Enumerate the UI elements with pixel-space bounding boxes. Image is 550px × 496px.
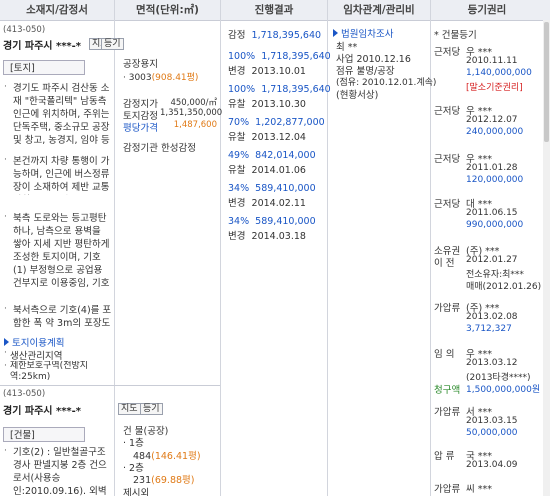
price-value: 1,351,350,000 (160, 108, 223, 118)
right-type: 근저당 (434, 199, 461, 210)
land-desc-1: 경기도 파주시 검산동 소재 "한국폴리텍" 남동측 인근에 위치하며, 주위는… (13, 83, 110, 146)
auction-date: 2013.03.12 (466, 358, 518, 368)
transfer-label: 이 전 (434, 258, 455, 269)
building-desc: 기호(2) : 일반철골구조 경사 판넬지붕 2층 건으로서(사용승인:2010… (13, 447, 107, 496)
triangle-icon (333, 29, 338, 37)
court-lease-survey-link[interactable]: 법원임차조사 (341, 26, 393, 40)
divider (327, 0, 328, 496)
right-type: 근저당 (434, 154, 461, 165)
progress-row: 유찰 2013.12.04 (228, 132, 306, 143)
header-area: 면적(단위:㎡) (136, 4, 199, 16)
claim-amount: 1,500,000,000원 (466, 385, 541, 395)
address: 경기 파주시 ***-* (3, 406, 82, 417)
header-rights: 등기권리 (467, 4, 507, 16)
seizure-holder: 씨 *** (466, 484, 493, 495)
header-location: 소재지/감정서 (26, 4, 88, 16)
address: 경기 파주시 ***-* (3, 41, 82, 52)
progress-row: 유찰 2013.10.30 (228, 99, 306, 110)
land-area: · 3003(908.41평) (123, 73, 199, 83)
seizure-label: 가압류 (434, 303, 461, 314)
progress-row: 변경 2013.10.01 (228, 66, 306, 77)
progress-row: 49% 842,014,000 (228, 150, 316, 161)
auction-detail-table: 소재지/감정서 면적(단위:㎡) 진행결과 임차관계/관리비 등기권리 (413… (0, 0, 550, 496)
seizure-date: 2013.03.15 (466, 416, 518, 426)
divider (220, 0, 221, 496)
extra-label: 제시외 (123, 488, 150, 496)
floor-area: 231(69.88평) (133, 475, 195, 486)
plan-item: 생산관리지역 (10, 351, 63, 362)
progress-row: 100% 1,718,395,640 (228, 51, 331, 62)
auction-label: 임 의 (434, 349, 455, 360)
right-amount: 990,000,000 (466, 220, 524, 230)
seizure-date: 2013.02.08 (466, 312, 518, 322)
zip-code: (413-050) (3, 389, 46, 399)
right-date: 2011.06.15 (466, 208, 518, 218)
register-button[interactable]: 등기 (101, 38, 124, 50)
land-plan-link[interactable]: 토지이용계획 (12, 335, 64, 349)
price-value: 1,487,600 (173, 120, 217, 130)
right-note: [말소기준권리] (466, 83, 523, 93)
building-tag: [건물] (3, 427, 85, 442)
plan-item: 제한보호구역(전방지역:25km) (10, 361, 89, 382)
progress-row: 변경 2014.03.18 (228, 231, 306, 242)
seizure-label: 압 류 (434, 451, 455, 462)
land-desc-2: 본건까지 차량 통행이 가능하며, 인근에 버스정류장이 소재하여 제반 교통상… (13, 156, 110, 193)
land-desc-4: 북서측으로 기호(4)를 포함한 폭 약 3m의 포장도로에 접함. (13, 305, 112, 329)
header-lease: 임차관계/관리비 (343, 4, 415, 16)
right-type: 근저당 (434, 106, 461, 117)
appraisal-agency: 감정기관 한성감정 (123, 143, 196, 154)
progress-row: 유찰 2014.01.06 (228, 165, 306, 176)
triangle-icon (4, 338, 9, 346)
bullet: · (4, 304, 7, 314)
bullet: · (4, 155, 7, 165)
progress-row: 70% 1,202,877,000 (228, 117, 325, 128)
progress-row: 34% 589,410,000 (228, 183, 316, 194)
price-value: 450,000/㎡ (170, 98, 217, 108)
row-separator (0, 385, 220, 386)
progress-row: 34% 589,410,000 (228, 216, 316, 227)
seizure-amount: 3,712,327 (466, 324, 512, 334)
right-date: 2012.12.07 (466, 115, 518, 125)
tenant-status: (현황서상) (336, 90, 379, 101)
right-amount: 120,000,000 (466, 175, 524, 185)
right-amount: 1,140,000,000 (466, 68, 532, 78)
right-type: 근저당 (434, 47, 461, 58)
map-button[interactable]: 지도 (118, 403, 141, 415)
progress-row: 감정 1,718,395,640 (228, 30, 322, 41)
transfer-date: 2012.01.27 (466, 255, 518, 265)
register-button[interactable]: 등기 (140, 403, 163, 415)
bullet: · (4, 82, 7, 92)
zip-code: (413-050) (3, 25, 46, 35)
table-header: 소재지/감정서 면적(단위:㎡) 진행결과 임차관계/관리비 등기권리 (0, 0, 550, 21)
bullet: · (4, 446, 7, 456)
land-desc-3: 북측 도로와는 등고평탄하나, 남측으로 용벽을 쌓아 지세 지반 평탄하게 조… (13, 213, 110, 289)
building-register-label: * 건물등기 (434, 30, 477, 41)
price-label: 평당가격 (123, 123, 158, 134)
header-progress: 진행결과 (254, 4, 294, 16)
floor-label: · 1층 (123, 438, 144, 449)
progress-row: 변경 2014.02.11 (228, 198, 306, 209)
seizure-amount: 50,000,000 (466, 428, 518, 438)
transfer-note: 매매(2012.01.26) (466, 282, 542, 292)
seizure-label: 가압류 (434, 484, 461, 495)
right-date: 2010.11.11 (466, 56, 518, 66)
seizure-label: 가압류 (434, 407, 461, 418)
claim-label: 청구액 (434, 385, 461, 396)
scrollbar-thumb[interactable] (544, 22, 549, 142)
right-date: 2011.01.28 (466, 163, 518, 173)
land-use-label: 공장용지 (123, 59, 158, 70)
land-tag: [토지] (3, 60, 85, 75)
right-amount: 240,000,000 (466, 127, 524, 137)
divider (114, 0, 115, 496)
bullet: · (4, 212, 7, 222)
progress-row: 100% 1,718,395,640 (228, 84, 331, 95)
seizure-date: 2013.04.09 (466, 460, 518, 470)
